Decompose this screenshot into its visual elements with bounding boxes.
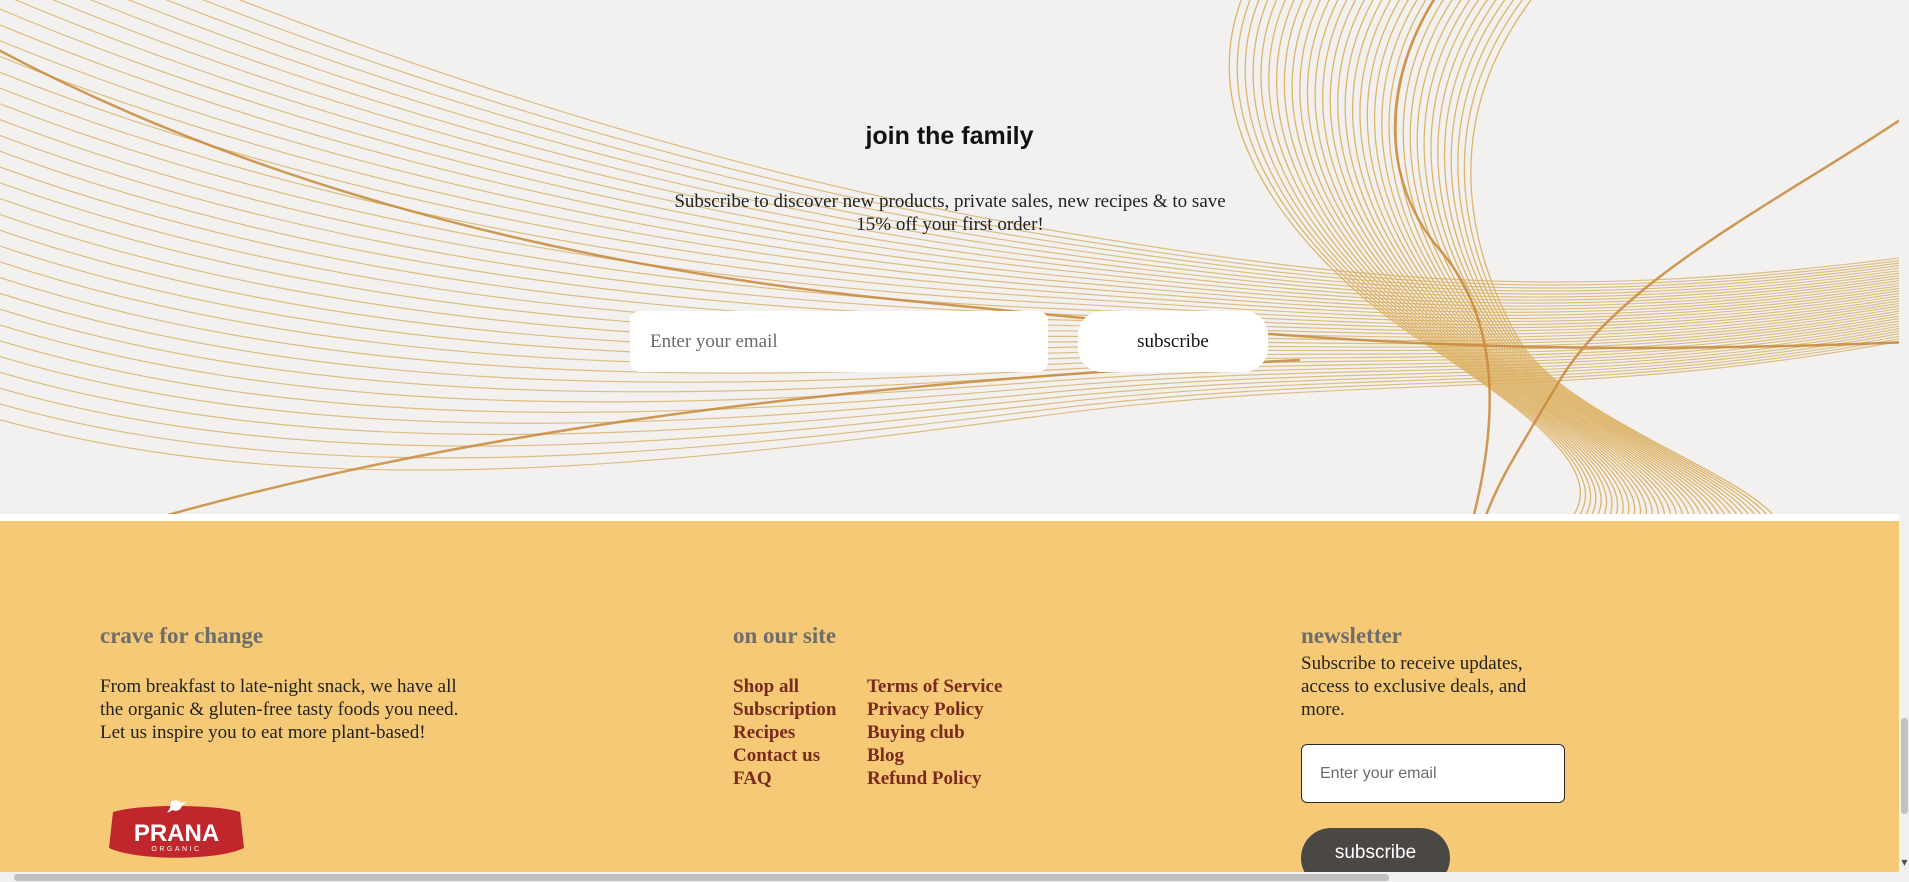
scroll-down-arrow-icon[interactable]: ▼ xyxy=(1900,858,1909,868)
footer-link-item: Terms of Service xyxy=(867,675,1002,698)
prana-logo[interactable]: PRANA ORGANIC xyxy=(107,798,246,862)
logo-tagline-text: ORGANIC xyxy=(151,846,201,853)
join-title: join the family xyxy=(865,122,1034,150)
gold-wave-background xyxy=(0,0,1899,514)
link-shop-all[interactable]: Shop all xyxy=(733,676,799,697)
link-terms-of-service[interactable]: Terms of Service xyxy=(867,676,1002,697)
link-privacy-policy[interactable]: Privacy Policy xyxy=(867,699,984,720)
site-links-column-1: Shop all Subscription Recipes Contact us… xyxy=(733,675,836,790)
footer-link-item: Contact us xyxy=(733,744,836,767)
site-links-heading: on our site xyxy=(733,623,837,648)
link-buying-club[interactable]: Buying club xyxy=(867,722,965,743)
horizontal-scrollbar-thumb[interactable] xyxy=(14,874,1389,881)
join-subscribe-button[interactable]: subscribe xyxy=(1078,311,1268,372)
vertical-scrollbar-thumb[interactable] xyxy=(1901,718,1908,814)
newsletter-email-input[interactable] xyxy=(1301,744,1565,803)
newsletter-heading: newsletter xyxy=(1301,623,1402,648)
logo-brand-text: PRANA xyxy=(134,820,219,847)
site-links-column-2: Terms of Service Privacy Policy Buying c… xyxy=(867,675,1002,790)
join-email-input[interactable] xyxy=(630,311,1048,372)
footer-link-item: FAQ xyxy=(733,767,836,790)
footer-link-item: Shop all xyxy=(733,675,836,698)
link-subscription[interactable]: Subscription xyxy=(733,699,836,720)
newsletter-text: Subscribe to receive updates, access to … xyxy=(1301,653,1527,720)
link-recipes[interactable]: Recipes xyxy=(733,722,795,743)
footer-link-item: Blog xyxy=(867,744,1002,767)
footer-link-item: Refund Policy xyxy=(867,767,1002,790)
about-heading: crave for change xyxy=(100,623,264,648)
link-refund-policy[interactable]: Refund Policy xyxy=(867,768,982,789)
about-text: From breakfast to late-night snack, we h… xyxy=(100,676,459,743)
join-section: join the family Subscribe to discover ne… xyxy=(0,0,1899,514)
footer-link-item: Buying club xyxy=(867,721,1002,744)
link-contact-us[interactable]: Contact us xyxy=(733,745,820,766)
link-faq[interactable]: FAQ xyxy=(733,768,772,789)
join-subtitle: Subscribe to discover new products, priv… xyxy=(674,191,1226,235)
footer-link-item: Privacy Policy xyxy=(867,698,1002,721)
footer-link-item: Recipes xyxy=(733,721,836,744)
link-blog[interactable]: Blog xyxy=(867,745,904,766)
footer-link-item: Subscription xyxy=(733,698,836,721)
